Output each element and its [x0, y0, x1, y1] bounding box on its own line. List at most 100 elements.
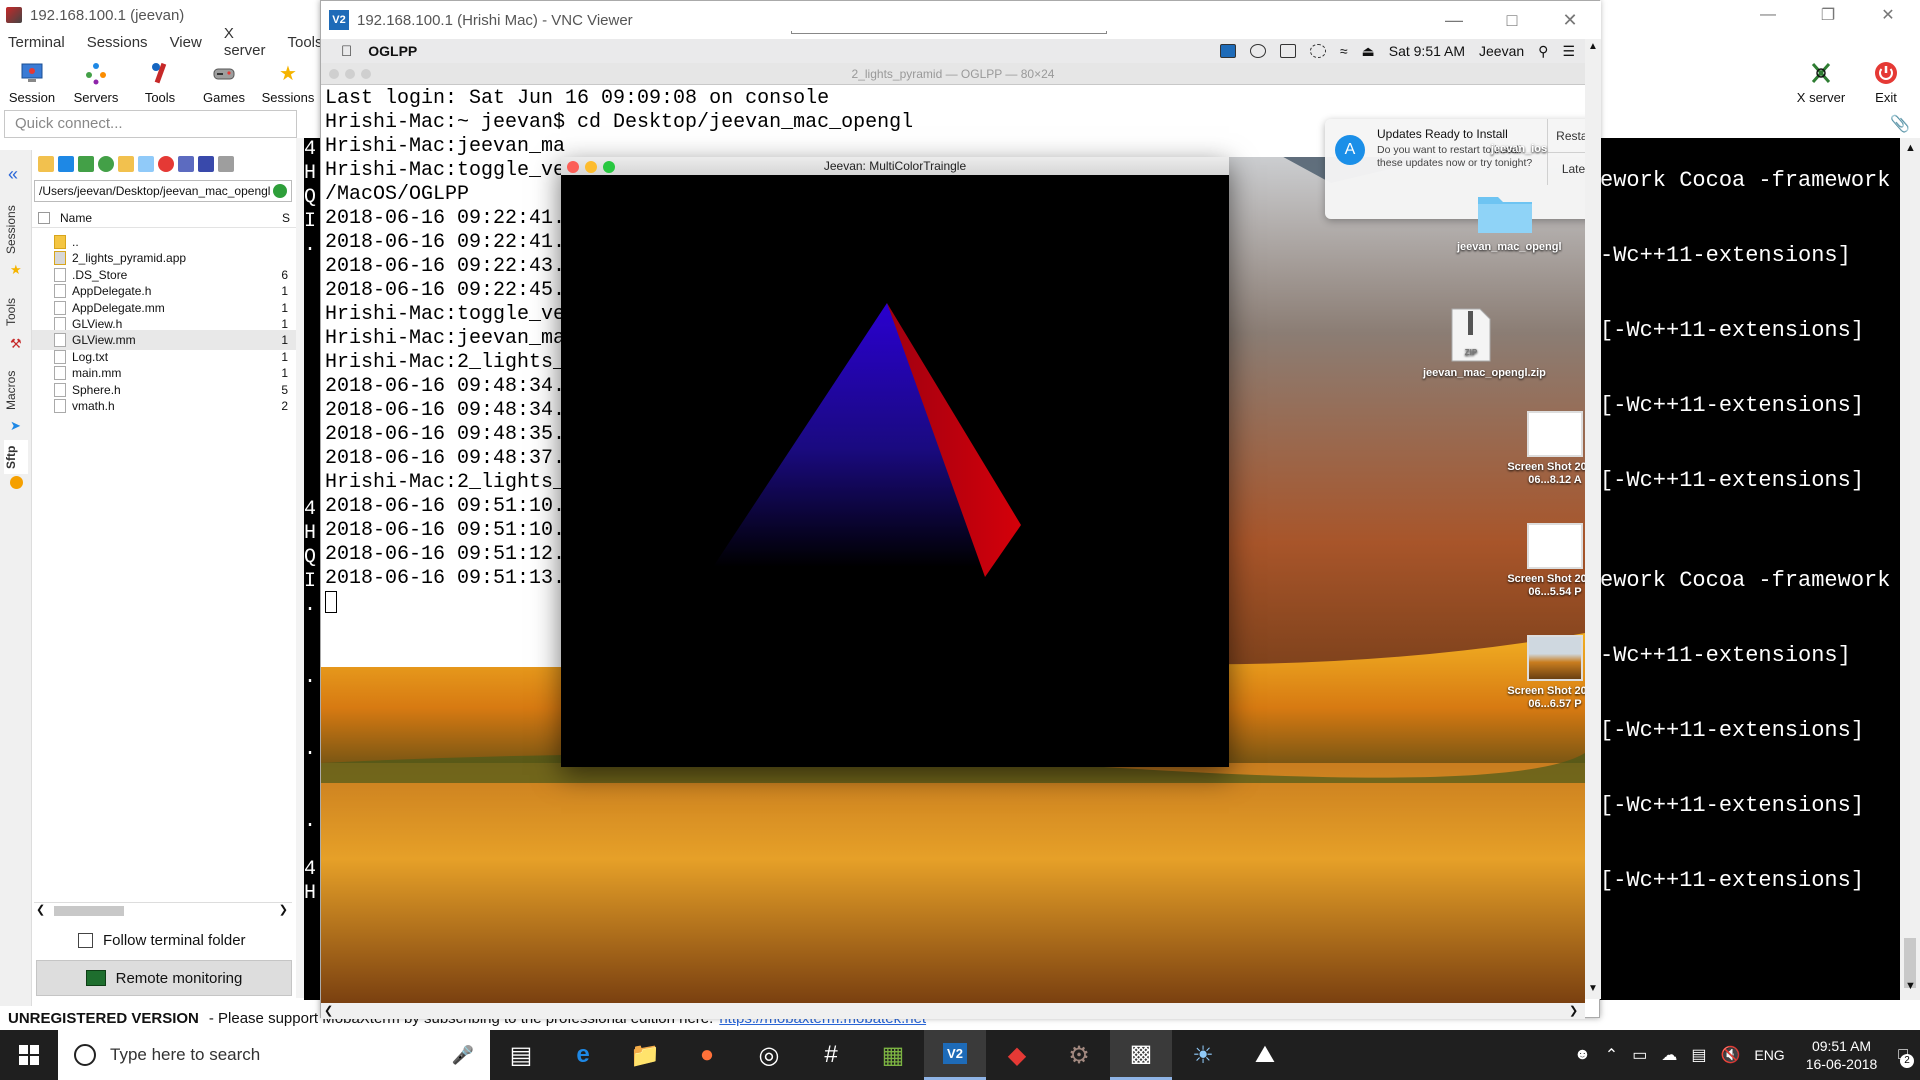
action-center-icon[interactable]: □2 — [1898, 1046, 1914, 1068]
attachment-icon[interactable]: 📎 — [1890, 114, 1910, 133]
games-button[interactable]: Games — [192, 56, 256, 106]
gl-zoom-icon[interactable] — [603, 161, 615, 173]
opengl-window[interactable]: Jeevan: MultiColorTraingle — [561, 157, 1229, 767]
column-size[interactable]: S — [282, 211, 290, 225]
opengl-canvas[interactable] — [561, 175, 1229, 767]
close-icon[interactable]: ✕ — [1860, 0, 1916, 30]
scroll-down-icon[interactable]: ▼ — [1905, 980, 1916, 992]
menu-x-server[interactable]: X server — [224, 25, 280, 59]
menu-view[interactable]: View — [170, 34, 216, 51]
vnc-minimize-icon[interactable]: — — [1425, 1, 1483, 39]
gl-minimize-icon[interactable] — [585, 161, 597, 173]
vnc-vscroll[interactable]: ▲ ▼ — [1585, 39, 1601, 999]
photos-icon[interactable]: ⛰ — [1234, 1030, 1296, 1080]
right-terminal[interactable]: ework Cocoa -framework -Wc++11-extensions… — [1598, 138, 1900, 1000]
volume-muted-icon[interactable]: 🔇 — [1720, 1045, 1740, 1065]
file-row[interactable]: vmath.h 2 — [32, 396, 296, 416]
scroll-up-icon[interactable]: ▲ — [1905, 142, 1916, 154]
menu-terminal[interactable]: Terminal — [8, 34, 79, 51]
vnc-scroll-down-icon[interactable]: ▼ — [1588, 983, 1598, 994]
media-icon[interactable]: ◎ — [738, 1030, 800, 1080]
exit-button[interactable]: Exit — [1856, 56, 1916, 106]
notepad-icon[interactable]: ▦ — [862, 1030, 924, 1080]
sessions-button[interactable]: ★ Sessions — [256, 56, 320, 106]
scroll-thumb[interactable] — [54, 906, 124, 916]
tab-sftp[interactable]: Sftp — [4, 440, 28, 474]
new-file-icon[interactable] — [138, 156, 154, 172]
terminal-vscroll[interactable]: ▲ ▼ — [1900, 138, 1920, 1000]
upload-icon[interactable] — [78, 156, 94, 172]
sftp-splitter[interactable] — [296, 138, 304, 998]
rename-icon[interactable] — [178, 156, 194, 172]
vnc-scroll-left-icon[interactable]: ❮ — [324, 1004, 333, 1017]
slack-icon[interactable]: # — [800, 1030, 862, 1080]
follow-terminal-folder-checkbox[interactable]: Follow terminal folder — [78, 932, 246, 949]
column-name[interactable]: Name — [60, 211, 282, 225]
vnc-status-icon[interactable] — [1219, 44, 1236, 58]
desktop-icon-screenshot-2[interactable]: Screen Shot 2018-06...5.54 P — [1507, 523, 1585, 599]
remote-monitoring-button[interactable]: Remote monitoring — [36, 960, 292, 996]
properties-icon[interactable] — [198, 156, 214, 172]
menubar-user[interactable]: Jeevan — [1479, 43, 1524, 59]
paint-icon[interactable]: ☀ — [1172, 1030, 1234, 1080]
sftp-path-input[interactable]: /Users/jeevan/Desktop/jeevan_mac_opengl — [34, 180, 292, 202]
spotlight-search-icon[interactable]: ⚲ — [1538, 43, 1548, 60]
desktop-icon-zip[interactable]: ZIP jeevan_mac_opengl.zip — [1423, 307, 1546, 380]
vnc-close-icon[interactable]: ✕ — [1541, 1, 1599, 39]
tab-macros[interactable]: Macros — [4, 364, 28, 416]
maximize-icon[interactable]: ❐ — [1800, 0, 1856, 30]
menubar-clock[interactable]: Sat 9:51 AM — [1389, 43, 1465, 59]
onedrive-icon[interactable]: ☁ — [1661, 1045, 1677, 1065]
network-icon[interactable]: ▤ — [1691, 1045, 1706, 1065]
desktop-icon-jeevan-ios[interactable]: jeevan_ios — [1471, 143, 1567, 156]
people-icon[interactable]: ☻ — [1574, 1046, 1591, 1064]
scroll-right-icon[interactable]: ❯ — [279, 903, 288, 916]
servers-button[interactable]: Servers — [64, 56, 128, 106]
desktop-icon-screenshot-1[interactable]: Screen Shot 2018-06...8.12 A — [1507, 411, 1585, 487]
firefox-icon[interactable]: ● — [676, 1030, 738, 1080]
wifi-icon[interactable]: ≈ — [1340, 43, 1348, 59]
gl-close-icon[interactable] — [567, 161, 579, 173]
mobaxterm-taskbar-icon[interactable]: ▩ — [1110, 1030, 1172, 1080]
display-icon[interactable] — [1279, 44, 1296, 58]
vnc-maximize-icon[interactable]: □ — [1483, 1, 1541, 39]
terminal-zoom-icon[interactable] — [361, 69, 371, 79]
active-app-name[interactable]: OGLPP — [368, 43, 417, 59]
tab-sessions[interactable]: Sessions — [4, 200, 28, 260]
notification-center-icon[interactable]: ☰ — [1562, 43, 1575, 60]
edge-icon[interactable]: e — [552, 1030, 614, 1080]
edit-icon[interactable] — [218, 156, 234, 172]
vnc-toolbar-handle[interactable] — [791, 31, 1107, 34]
x-server-button[interactable]: X server — [1790, 56, 1852, 106]
gear-icon[interactable] — [1309, 44, 1326, 58]
terminal-close-icon[interactable] — [329, 69, 339, 79]
vnc-scroll-right-icon[interactable]: ❯ — [1569, 1004, 1578, 1017]
delete-icon[interactable] — [158, 156, 174, 172]
session-button[interactable]: Session — [0, 56, 64, 106]
desktop-icon-screenshot-3[interactable]: Screen Shot 2018-06...6.57 P — [1507, 635, 1585, 711]
download-icon[interactable] — [58, 156, 74, 172]
refresh-icon[interactable] — [98, 156, 114, 172]
language-indicator[interactable]: ENG — [1754, 1047, 1784, 1063]
vnc-hscroll[interactable]: ❮ ❯ — [321, 1003, 1585, 1019]
tab-tools[interactable]: Tools — [4, 290, 28, 334]
tray-chevron-icon[interactable]: ⌃ — [1605, 1045, 1618, 1065]
file-explorer-icon[interactable]: 📁 — [614, 1030, 676, 1080]
eject-icon[interactable]: ⏏ — [1362, 43, 1375, 60]
terminal-minimize-icon[interactable] — [345, 69, 355, 79]
new-folder-icon[interactable] — [118, 156, 134, 172]
apple-icon[interactable]:  — [341, 43, 352, 60]
battery-icon[interactable]: ▭ — [1632, 1045, 1647, 1065]
start-button[interactable] — [0, 1030, 58, 1080]
tools-button[interactable]: Tools — [128, 56, 192, 106]
select-all-checkbox[interactable] — [38, 211, 50, 224]
taskbar-clock[interactable]: 09:51 AM 16-06-2018 — [1806, 1037, 1878, 1073]
quick-connect-input[interactable]: Quick connect... — [4, 110, 297, 138]
microphone-icon[interactable]: 🎤 — [452, 1045, 474, 1066]
open-folder-icon[interactable] — [38, 156, 54, 172]
file-list-hscroll[interactable]: ❮ ❯ — [34, 902, 292, 918]
scroll-left-icon[interactable]: ❮ — [36, 903, 45, 916]
later-button[interactable]: Later — [1547, 152, 1585, 185]
airdrop-icon[interactable] — [1249, 44, 1266, 58]
taskbar-search[interactable]: Type here to search 🎤 — [58, 1030, 490, 1080]
